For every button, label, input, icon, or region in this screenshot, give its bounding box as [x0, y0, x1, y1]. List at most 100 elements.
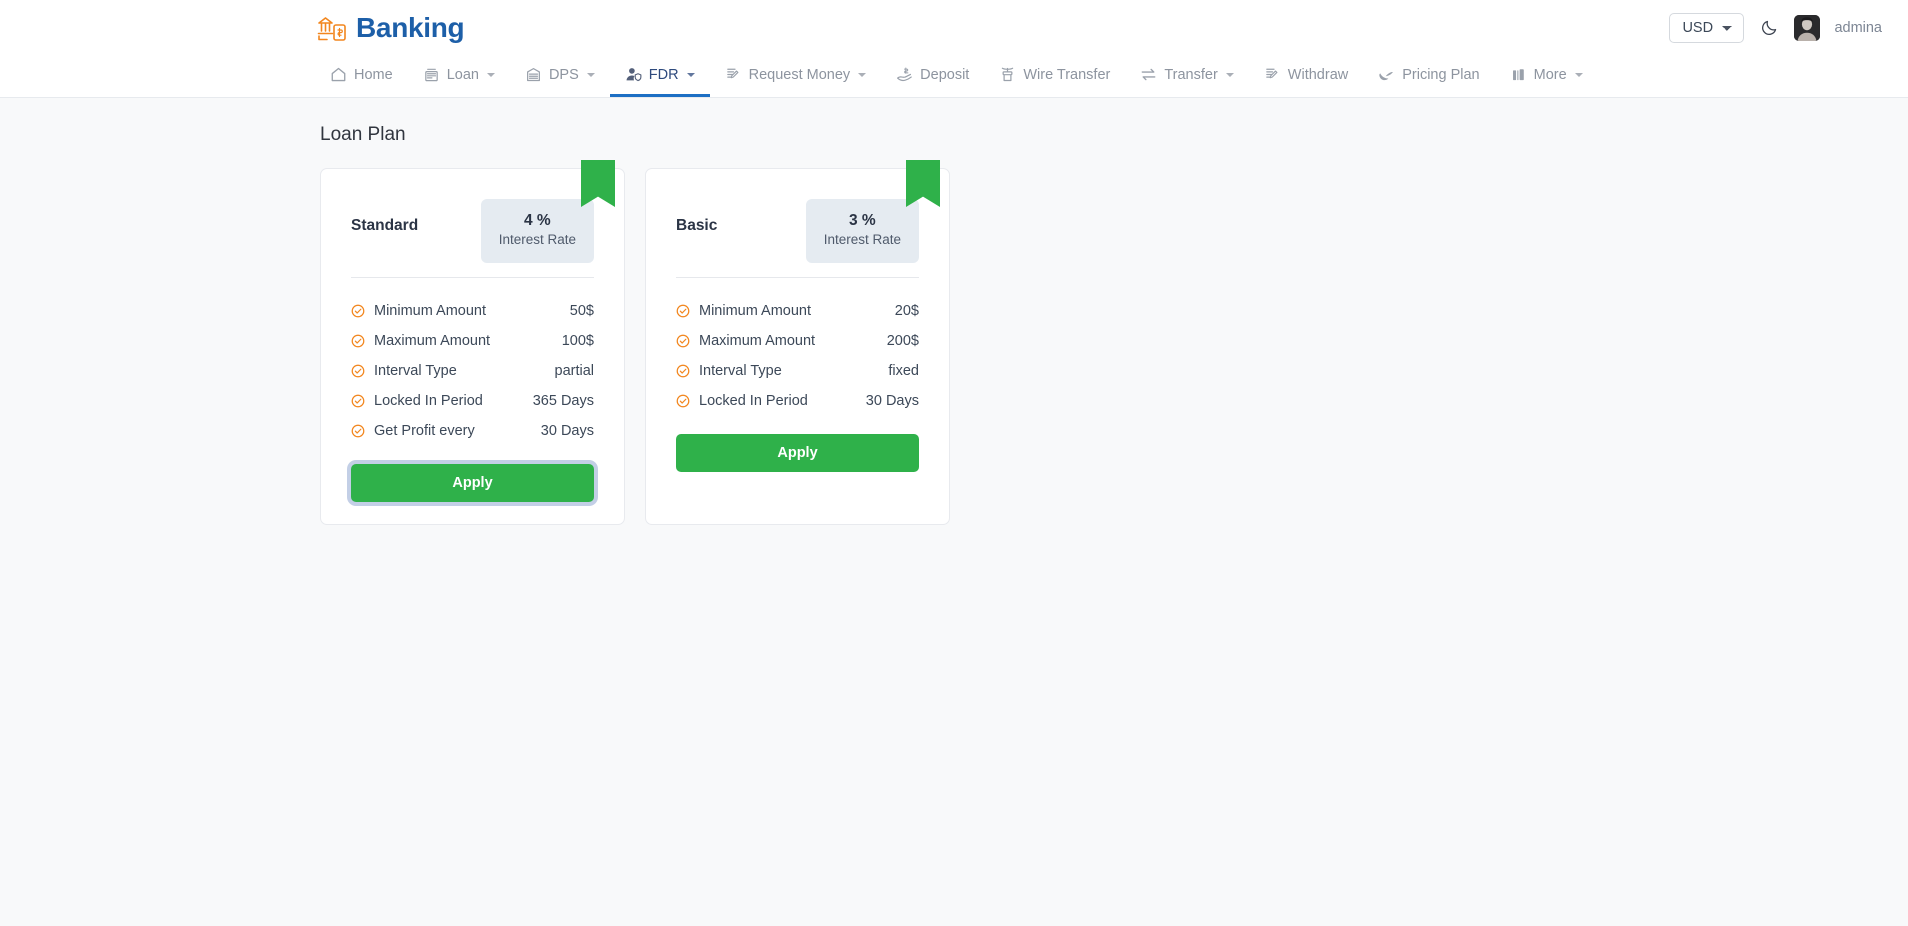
currency-select[interactable]: USD — [1669, 12, 1745, 43]
nav-label: Wire Transfer — [1023, 66, 1111, 83]
plan-name: Basic — [676, 217, 718, 234]
brand-name: Banking — [356, 11, 465, 43]
nav-label: Loan — [446, 66, 479, 83]
page-title: Loan Plan — [320, 124, 406, 145]
nav-label: DPS — [548, 66, 579, 83]
plan-card-basic: Basic 3 % Interest Rate Minimum Amount 2… — [645, 160, 950, 525]
chevron-down-icon — [486, 72, 495, 77]
bank-phone-icon — [315, 11, 349, 45]
nav-item-dps[interactable]: DPS — [510, 55, 610, 97]
check-circle-icon — [676, 334, 690, 348]
feature-value: 365 Days — [532, 393, 594, 409]
list-item: Maximum Amount 200$ — [676, 326, 919, 356]
interest-rate-value: 4 % — [523, 212, 551, 229]
nav-label: FDR — [648, 66, 679, 83]
interest-rate-label: Interest Rate — [823, 232, 901, 248]
plan-name: Standard — [351, 217, 419, 234]
list-item: Minimum Amount 20$ — [676, 296, 919, 326]
feature-value: 50$ — [569, 303, 594, 319]
brand-logo[interactable]: Banking — [315, 11, 465, 45]
feature-value: 20$ — [894, 303, 919, 319]
list-item: Interval Type partial — [351, 356, 594, 386]
nav-label: Request Money — [748, 66, 851, 83]
feature-label: Minimum Amount — [699, 303, 812, 319]
home-icon — [330, 66, 347, 83]
check-circle-icon — [676, 394, 690, 408]
feature-label: Locked In Period — [374, 393, 483, 409]
request-money-icon — [725, 66, 742, 83]
moon-icon[interactable] — [1758, 17, 1780, 39]
interest-rate-badge: 4 % Interest Rate — [480, 199, 594, 264]
topbar-controls: USD admina — [1669, 12, 1882, 43]
feature-list: Minimum Amount 20$ Maximum Amount 200$ I… — [646, 278, 949, 416]
card-header: Basic 3 % Interest Rate — [646, 169, 949, 265]
feature-label: Interval Type — [699, 363, 782, 379]
nav-item-loan[interactable]: Loan — [408, 55, 510, 97]
feature-label: Get Profit every — [374, 423, 475, 439]
feature-value: 30 Days — [540, 423, 594, 439]
check-circle-icon — [351, 424, 365, 438]
loan-icon — [423, 66, 440, 83]
feature-label: Maximum Amount — [699, 333, 816, 349]
nav-item-more[interactable]: More — [1495, 55, 1598, 97]
username-label: admina — [1834, 19, 1882, 36]
interest-rate-label: Interest Rate — [498, 232, 576, 248]
feature-label: Minimum Amount — [374, 303, 487, 319]
apply-button-wrap: Apply — [646, 416, 949, 472]
apply-button[interactable]: Apply — [676, 434, 919, 472]
list-item: Maximum Amount 100$ — [351, 326, 594, 356]
apply-button-wrap: Apply — [321, 446, 624, 502]
main-content: Loan Plan Standard 4 % Interest Rate Min… — [0, 98, 1908, 525]
nav-item-transfer[interactable]: Transfer — [1125, 55, 1248, 97]
check-circle-icon — [351, 394, 365, 408]
feature-label: Interval Type — [374, 363, 457, 379]
nav-item-home[interactable]: Home — [315, 55, 408, 97]
interest-rate-value: 3 % — [848, 212, 876, 229]
list-item: Get Profit every 30 Days — [351, 416, 594, 446]
wire-transfer-icon — [999, 66, 1016, 83]
feature-value: 200$ — [886, 333, 919, 349]
check-circle-icon — [351, 364, 365, 378]
nav-item-wire-transfer[interactable]: Wire Transfer — [984, 55, 1125, 97]
feature-value: fixed — [888, 363, 919, 379]
apply-button[interactable]: Apply — [351, 464, 594, 502]
dps-bank-icon — [525, 66, 542, 83]
chevron-down-icon — [686, 72, 695, 77]
nav-item-fdr[interactable]: FDR — [609, 55, 710, 97]
nav-item-deposit[interactable]: Deposit — [881, 55, 984, 97]
chevron-down-icon — [1225, 72, 1234, 77]
user-shield-icon — [625, 66, 642, 83]
more-briefcase-icon — [1510, 66, 1527, 83]
nav-label: Transfer — [1164, 66, 1218, 83]
interest-rate-badge: 3 % Interest Rate — [805, 199, 919, 264]
list-item: Interval Type fixed — [676, 356, 919, 386]
top-bar: Banking USD admina — [0, 0, 1908, 55]
withdraw-icon — [1264, 66, 1281, 83]
card-header: Standard 4 % Interest Rate — [321, 169, 624, 265]
nav-item-request-money[interactable]: Request Money — [710, 55, 882, 97]
feature-list: Minimum Amount 50$ Maximum Amount 100$ I… — [321, 278, 624, 446]
list-item: Locked In Period 365 Days — [351, 386, 594, 416]
nav-label: Withdraw — [1287, 66, 1349, 83]
feature-label: Maximum Amount — [374, 333, 491, 349]
check-circle-icon — [351, 334, 365, 348]
chevron-down-icon — [586, 72, 595, 77]
list-item: Locked In Period 30 Days — [676, 386, 919, 416]
feature-value: partial — [554, 363, 595, 379]
check-circle-icon — [351, 304, 365, 318]
nav-item-pricing-plan[interactable]: Pricing Plan — [1363, 55, 1494, 97]
transfer-arrows-icon — [1140, 66, 1157, 83]
deposit-hand-icon — [896, 66, 913, 83]
nav-label: Pricing Plan — [1402, 66, 1480, 83]
avatar[interactable] — [1794, 14, 1821, 41]
plan-cards-row: Standard 4 % Interest Rate Minimum Amoun… — [320, 160, 1908, 525]
list-item: Minimum Amount 50$ — [351, 296, 594, 326]
nav-item-withdraw[interactable]: Withdraw — [1249, 55, 1363, 97]
plan-card-standard: Standard 4 % Interest Rate Minimum Amoun… — [320, 160, 625, 525]
feature-value: 30 Days — [865, 393, 919, 409]
chevron-down-icon — [858, 72, 867, 77]
pricing-plan-icon — [1378, 66, 1395, 83]
feature-label: Locked In Period — [699, 393, 808, 409]
nav-label: More — [1533, 66, 1567, 83]
main-navigation: Home Loan DPS FDR Request Money Deposit … — [0, 55, 1908, 98]
